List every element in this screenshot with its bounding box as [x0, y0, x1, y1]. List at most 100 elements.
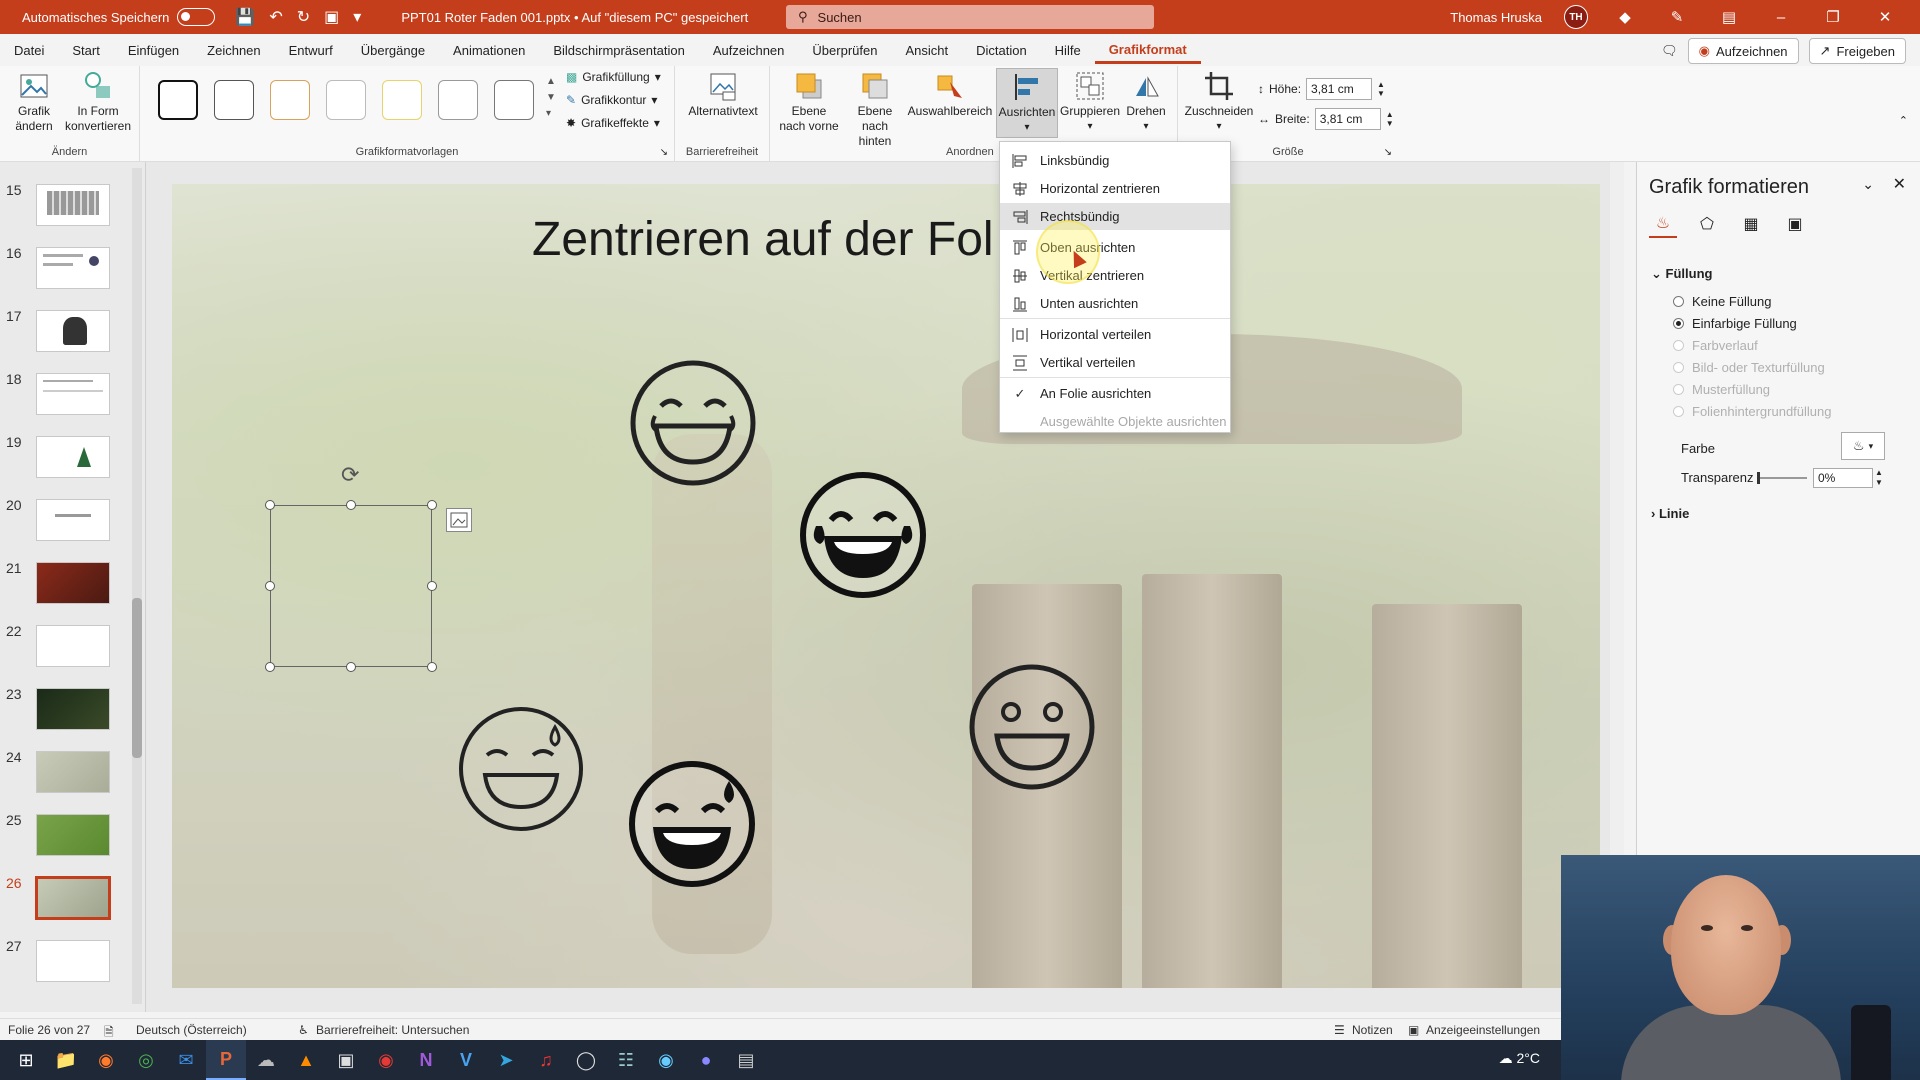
tab-hilfe[interactable]: Hilfe: [1041, 43, 1095, 58]
menu-item-align-middle[interactable]: Vertikal zentrieren: [1000, 262, 1230, 289]
redo-icon[interactable]: ↻: [297, 7, 310, 27]
graphic-effects-button[interactable]: ✸ Grafikeffekte ▾: [566, 116, 660, 130]
slide-thumbnail[interactable]: [36, 625, 110, 667]
save-icon[interactable]: 💾: [235, 7, 255, 27]
graphic-fill-button[interactable]: ▩ Grafikfüllung ▾: [566, 70, 661, 84]
laughing-emoji-icon[interactable]: [628, 358, 758, 488]
size-dialog-launcher-icon[interactable]: ↘: [1384, 147, 1392, 158]
width-spinner-icon[interactable]: ▲ ▼: [1386, 110, 1394, 128]
resize-handle[interactable]: [265, 500, 275, 510]
fill-line-icon[interactable]: ♨: [1649, 210, 1677, 238]
tab-ueberpruefen[interactable]: Überprüfen: [798, 43, 891, 58]
radio-solid-fill[interactable]: Einfarbige Füllung: [1673, 316, 1797, 331]
customize-icon[interactable]: ▾: [353, 7, 361, 27]
display-settings-button[interactable]: Anzeigeeinstellungen: [1426, 1023, 1540, 1037]
notes-button[interactable]: Notizen: [1352, 1023, 1393, 1037]
transparency-spinner-icon[interactable]: ▲ ▼: [1875, 468, 1883, 488]
line-section-header[interactable]: › Linie: [1651, 506, 1689, 521]
slide-thumbnail[interactable]: [36, 688, 110, 730]
document-title[interactable]: PPT01 Roter Faden 001.pptx • Auf "diesem…: [401, 10, 748, 25]
radio-no-fill[interactable]: Keine Füllung: [1673, 294, 1772, 309]
tab-aufzeichnen[interactable]: Aufzeichnen: [699, 43, 799, 58]
radio-button[interactable]: [1673, 384, 1684, 395]
tab-grafikformat[interactable]: Grafikformat: [1094, 42, 1201, 64]
resize-handle[interactable]: [427, 662, 437, 672]
resize-handle[interactable]: [427, 581, 437, 591]
layout-options-icon[interactable]: [446, 508, 472, 532]
width-input[interactable]: 3,81 cm: [1314, 108, 1381, 130]
restore-icon[interactable]: ❐: [1818, 8, 1848, 26]
record-button[interactable]: ◉ Aufzeichnen: [1687, 38, 1799, 64]
style-option-7[interactable]: [494, 80, 534, 120]
user-name[interactable]: Thomas Hruska: [1450, 10, 1542, 25]
rotate-handle-icon[interactable]: ⟳: [341, 462, 359, 488]
alt-text-button[interactable]: Alternativtext: [683, 70, 763, 119]
collapse-ribbon-icon[interactable]: ⌃: [1899, 114, 1908, 127]
bring-forward-button[interactable]: Ebene nach vorne: [778, 70, 840, 134]
tab-einfuegen[interactable]: Einfügen: [114, 43, 193, 58]
menu-item-align-left[interactable]: Linksbündig: [1000, 147, 1230, 174]
minimize-icon[interactable]: –: [1766, 9, 1796, 26]
search-box[interactable]: ⚲ Suchen: [786, 5, 1154, 29]
thumbnail-scrollbar[interactable]: [132, 168, 142, 1004]
align-button[interactable]: Ausrichten ▾: [996, 68, 1058, 138]
sweat-grin-emoji-icon[interactable]: [627, 759, 757, 889]
resize-handle[interactable]: [346, 500, 356, 510]
menu-item-align-center[interactable]: Horizontal zentrieren: [1000, 175, 1230, 202]
tab-animationen[interactable]: Animationen: [439, 43, 539, 58]
weather-temperature[interactable]: 2°C: [1517, 1050, 1541, 1066]
sweat-smile-emoji-icon-selected[interactable]: [455, 703, 587, 835]
slide-thumb-row-18[interactable]: 18: [0, 371, 130, 421]
radio-gradient-fill[interactable]: Farbverlauf: [1673, 338, 1758, 353]
tab-bildschirmpraesentation[interactable]: Bildschirmpräsentation: [539, 43, 699, 58]
weather-icon[interactable]: ☁: [1499, 1050, 1513, 1066]
transparency-input[interactable]: 0%: [1813, 468, 1873, 488]
app-icon[interactable]: ▣: [326, 1040, 366, 1080]
style-option-4[interactable]: [326, 80, 366, 120]
send-backward-button[interactable]: Ebene nach hinten: [844, 70, 906, 149]
slide-thumbnail[interactable]: [36, 751, 110, 793]
height-spinner-icon[interactable]: ▲ ▼: [1377, 80, 1385, 98]
selection-pane-button[interactable]: Auswahlbereich: [908, 70, 992, 119]
language-indicator[interactable]: Deutsch (Österreich): [136, 1023, 247, 1037]
style-option-1[interactable]: [158, 80, 198, 120]
transparency-slider[interactable]: [1757, 472, 1807, 484]
resize-handle[interactable]: [265, 662, 275, 672]
visio-icon[interactable]: V: [446, 1040, 486, 1080]
dialog-launcher-icon[interactable]: ↘: [660, 147, 668, 158]
slide-thumbnail-selected[interactable]: [35, 876, 111, 920]
app-icon[interactable]: ▤: [726, 1040, 766, 1080]
onenote-icon[interactable]: N: [406, 1040, 446, 1080]
fill-section-header[interactable]: ⌄ Füllung: [1651, 266, 1712, 282]
menu-item-align-top[interactable]: Oben ausrichten: [1000, 234, 1230, 261]
slight-smile-emoji-icon[interactable]: [967, 662, 1097, 792]
slide-thumbnail[interactable]: [36, 247, 110, 289]
obs-icon[interactable]: ◯: [566, 1040, 606, 1080]
slide-thumbnail[interactable]: [36, 814, 110, 856]
outlook-icon[interactable]: ✉: [166, 1040, 206, 1080]
radio-pattern-fill[interactable]: Musterfüllung: [1673, 382, 1770, 397]
resize-handle[interactable]: [346, 662, 356, 672]
tab-uebergaenge[interactable]: Übergänge: [347, 43, 439, 58]
chrome-icon[interactable]: ◎: [126, 1040, 166, 1080]
style-option-3[interactable]: [270, 80, 310, 120]
slide-thumb-row-20[interactable]: 20: [0, 497, 130, 547]
rotate-button[interactable]: Drehen ▾: [1120, 70, 1172, 134]
app-icon[interactable]: ♫: [526, 1040, 566, 1080]
menu-item-align-bottom[interactable]: Unten ausrichten: [1000, 290, 1230, 317]
radio-button[interactable]: [1673, 296, 1684, 307]
tab-dictation[interactable]: Dictation: [962, 43, 1041, 58]
avatar[interactable]: TH: [1564, 5, 1588, 29]
tears-of-joy-emoji-icon[interactable]: [798, 470, 928, 600]
graphic-outline-button[interactable]: ✎ Grafikkontur ▾: [566, 93, 657, 107]
accessibility-check[interactable]: Barrierefreiheit: Untersuchen: [316, 1023, 469, 1037]
windows-start-icon[interactable]: ⊞: [6, 1040, 46, 1080]
selection-box[interactable]: [270, 505, 432, 667]
menu-item-distribute-horizontal[interactable]: Horizontal verteilen: [1000, 321, 1230, 348]
comment-icon[interactable]: 🗨: [1661, 43, 1678, 59]
slide-thumb-row-15[interactable]: 15: [0, 182, 130, 232]
present-icon[interactable]: ▣: [324, 7, 339, 27]
menu-item-align-to-slide[interactable]: ✓ An Folie ausrichten: [1000, 380, 1230, 407]
telegram-icon[interactable]: ➤: [486, 1040, 526, 1080]
app-icon[interactable]: ◉: [366, 1040, 406, 1080]
